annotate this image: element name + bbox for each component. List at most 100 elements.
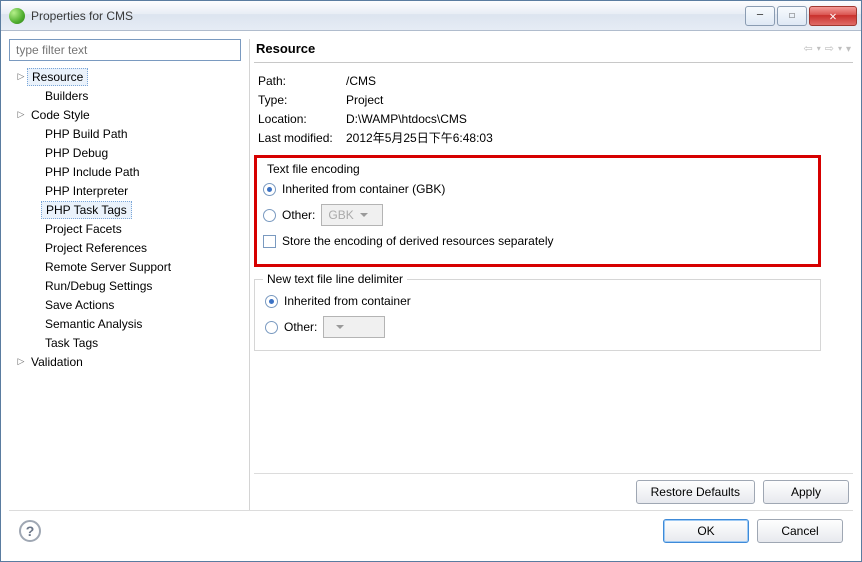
nav-forward-icon[interactable]: ⇨ [825,42,834,55]
tree-item-label: PHP Include Path [41,164,144,180]
tree-item[interactable]: ▷PHP Task Tags [9,200,241,219]
tree-item-label: Validation [27,354,87,370]
app-icon [9,8,25,24]
nav-arrows: ⇦ ▾ ⇨ ▾ ▾ [804,42,852,55]
tree-arrow-icon[interactable]: ▷ [15,71,27,82]
tree-item-label: Run/Debug Settings [41,278,156,294]
chevron-down-icon [336,325,344,329]
tree-item-label: Save Actions [41,297,118,313]
tree-item-label: Remote Server Support [41,259,175,275]
info-value: D:\WAMP\htdocs\CMS [346,112,467,126]
encoding-other-row[interactable]: Other: GBK [263,202,812,228]
tree-item-label: Resource [27,68,88,86]
combo-value: GBK [328,208,353,222]
encoding-inherited-label: Inherited from container (GBK) [282,182,445,196]
tree-item[interactable]: ▷Code Style [9,105,241,124]
tree-item-label: Project Facets [41,221,126,237]
dialog-footer: ? OK Cancel [9,510,853,553]
info-row: Last modified:2012年5月25日下午6:48:03 [258,128,853,147]
maximize-button[interactable]: ☐ [777,6,807,26]
delimiter-other-label: Other: [284,320,317,334]
radio-icon[interactable] [265,321,278,334]
tree-item[interactable]: ▷Project References [9,238,241,257]
tree-item-label: Code Style [27,107,94,123]
tree-arrow-icon[interactable]: ▷ [15,356,27,367]
view-menu-icon[interactable]: ▾ [846,44,851,57]
nav-back-menu-icon[interactable]: ▾ [817,44,821,57]
encoding-other-combo[interactable]: GBK [321,204,383,226]
info-key: Path: [258,74,346,88]
content-pane: Resource ⇦▾ ⇨▾ ▾ Path:/CMSType:ProjectLo… [249,39,853,510]
tree-item[interactable]: ▷Builders [9,86,241,105]
info-row: Path:/CMS [258,71,853,90]
encoding-legend: Text file encoding [263,162,364,176]
tree-item-label: Task Tags [41,335,102,351]
store-derived-label: Store the encoding of derived resources … [282,234,554,248]
nav-back-icon[interactable]: ⇦ [804,42,813,55]
radio-icon[interactable] [263,183,276,196]
delimiter-inherited-row[interactable]: Inherited from container [265,288,810,314]
ok-button[interactable]: OK [663,519,749,543]
info-key: Type: [258,93,346,107]
cancel-button[interactable]: Cancel [757,519,843,543]
delimiter-inherited-label: Inherited from container [284,294,411,308]
info-value: /CMS [346,74,376,88]
tree-item[interactable]: ▷Save Actions [9,295,241,314]
tree-item-label: PHP Interpreter [41,183,132,199]
delimiter-legend: New text file line delimiter [263,272,407,286]
tree-item[interactable]: ▷PHP Build Path [9,124,241,143]
window-title: Properties for CMS [31,9,743,23]
properties-dialog: Properties for CMS ─ ☐ ✕ ▷Resource▷Build… [0,0,862,562]
window-buttons: ─ ☐ ✕ [743,6,857,26]
minimize-button[interactable]: ─ [745,6,775,26]
radio-icon[interactable] [263,209,276,222]
line-delimiter-group: New text file line delimiter Inherited f… [254,279,821,351]
tree-item-label: PHP Debug [41,145,112,161]
info-row: Location:D:\WAMP\htdocs\CMS [258,109,853,128]
tree-item-label: PHP Task Tags [41,201,132,219]
tree-item[interactable]: ▷Resource [9,67,241,86]
encoding-inherited-row[interactable]: Inherited from container (GBK) [263,176,812,202]
tree-item[interactable]: ▷Project Facets [9,219,241,238]
tree-item[interactable]: ▷Validation [9,352,241,371]
category-tree[interactable]: ▷Resource▷Builders▷Code Style▷PHP Build … [9,65,241,510]
tree-arrow-icon[interactable]: ▷ [15,109,27,120]
tree-item[interactable]: ▷PHP Interpreter [9,181,241,200]
checkbox-icon[interactable] [263,235,276,248]
info-key: Last modified: [258,131,346,145]
tree-item[interactable]: ▷PHP Debug [9,143,241,162]
tree-item[interactable]: ▷Run/Debug Settings [9,276,241,295]
delimiter-other-combo[interactable] [323,316,385,338]
info-row: Type:Project [258,90,853,109]
info-value: 2012年5月25日下午6:48:03 [346,129,493,146]
dialog-body: ▷Resource▷Builders▷Code Style▷PHP Build … [1,31,861,561]
tree-item[interactable]: ▷Semantic Analysis [9,314,241,333]
resource-info-table: Path:/CMSType:ProjectLocation:D:\WAMP\ht… [258,71,853,147]
tree-item-label: Builders [41,88,92,104]
sidebar: ▷Resource▷Builders▷Code Style▷PHP Build … [9,39,241,510]
restore-defaults-button[interactable]: Restore Defaults [636,480,755,504]
tree-item[interactable]: ▷Task Tags [9,333,241,352]
chevron-down-icon [360,213,368,217]
delimiter-other-row[interactable]: Other: [265,314,810,340]
nav-forward-menu-icon[interactable]: ▾ [838,44,842,57]
encoding-other-label: Other: [282,208,315,222]
window-titlebar: Properties for CMS ─ ☐ ✕ [1,1,861,31]
tree-item-label: Project References [41,240,151,256]
help-icon[interactable]: ? [19,520,41,542]
tree-item[interactable]: ▷PHP Include Path [9,162,241,181]
close-button[interactable]: ✕ [809,6,857,26]
page-title: Resource [256,41,804,56]
tree-item-label: PHP Build Path [41,126,132,142]
info-key: Location: [258,112,346,126]
text-encoding-group: Text file encoding Inherited from contai… [263,162,812,254]
apply-button[interactable]: Apply [763,480,849,504]
content-spacer [254,357,853,469]
main-area: ▷Resource▷Builders▷Code Style▷PHP Build … [9,39,853,510]
info-value: Project [346,93,383,107]
tree-item[interactable]: ▷Remote Server Support [9,257,241,276]
store-derived-row[interactable]: Store the encoding of derived resources … [263,228,812,254]
content-action-row: Restore Defaults Apply [254,473,853,510]
radio-icon[interactable] [265,295,278,308]
filter-input[interactable] [9,39,241,61]
